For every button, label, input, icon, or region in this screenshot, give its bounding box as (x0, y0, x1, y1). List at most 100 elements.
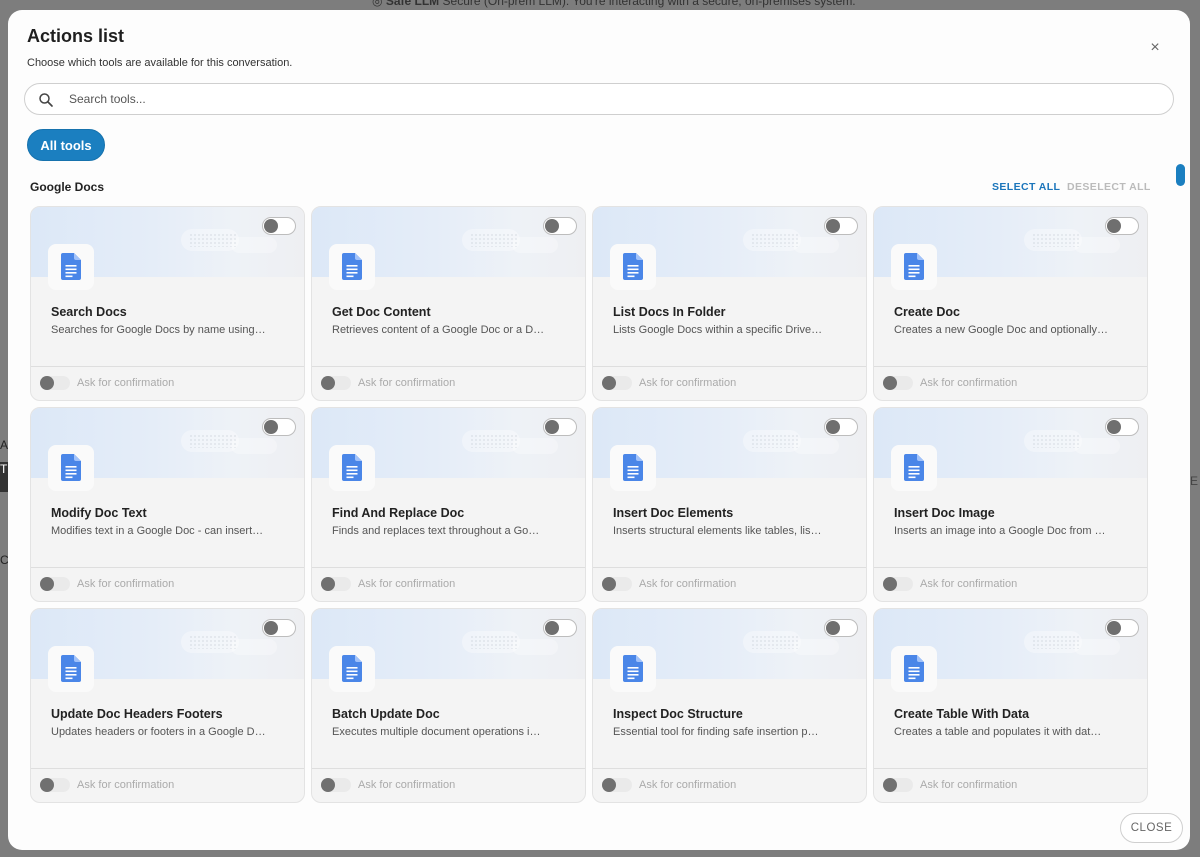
shield-check-icon: ◎ (372, 0, 383, 8)
google-docs-icon (61, 253, 81, 280)
tool-enable-toggle[interactable] (262, 619, 296, 637)
background-fragment: T (0, 462, 8, 492)
tool-title: Search Docs (51, 305, 127, 319)
background-status-bold: Safe LLM (385, 0, 440, 8)
background-status-text: ◎ Safe LLM Secure (On-prem LLM): You're … (372, 0, 856, 8)
select-all-button[interactable]: SELECT ALL (992, 181, 1060, 193)
tool-enable-toggle[interactable] (262, 217, 296, 235)
banner-dots (1032, 233, 1080, 247)
ask-confirmation-toggle[interactable] (321, 376, 351, 390)
close-button[interactable]: CLOSE (1120, 813, 1183, 843)
banner-cloud (793, 237, 839, 253)
tool-card[interactable]: Batch Update Doc Executes multiple docum… (311, 608, 586, 803)
tool-enable-toggle[interactable] (543, 217, 577, 235)
toggle-knob (545, 219, 559, 233)
google-docs-icon (623, 253, 643, 280)
tool-description: Creates a new Google Doc and optionally… (894, 324, 1109, 336)
tool-card[interactable]: Update Doc Headers Footers Updates heade… (30, 608, 305, 803)
google-docs-icon-tile (610, 244, 656, 290)
tool-title: Create Table With Data (894, 707, 1030, 721)
ask-confirmation-toggle[interactable] (602, 376, 632, 390)
ask-confirmation-label: Ask for confirmation (639, 779, 737, 791)
tool-card[interactable]: Get Doc Content Retrieves content of a G… (311, 206, 586, 401)
toggle-knob (321, 577, 335, 591)
banner-cloud (512, 639, 558, 655)
scrollbar-thumb[interactable] (1176, 164, 1185, 186)
banner-cloud (512, 438, 558, 454)
tool-card[interactable]: List Docs In Folder Lists Google Docs wi… (592, 206, 867, 401)
toggle-knob (1107, 420, 1121, 434)
banner-dots (751, 233, 799, 247)
banner-dots (189, 233, 237, 247)
card-divider (312, 567, 585, 568)
ask-confirmation-toggle[interactable] (602, 577, 632, 591)
tool-enable-toggle[interactable] (1105, 418, 1139, 436)
tool-enable-toggle[interactable] (543, 418, 577, 436)
banner-cloud (512, 237, 558, 253)
google-docs-icon-tile (891, 646, 937, 692)
tool-enable-toggle[interactable] (543, 619, 577, 637)
tool-card[interactable]: Insert Doc Image Inserts an image into a… (873, 407, 1148, 602)
toggle-knob (883, 577, 897, 591)
tool-title: Insert Doc Image (894, 506, 995, 520)
google-docs-icon (904, 655, 924, 682)
banner-dots (189, 635, 237, 649)
toggle-knob (545, 420, 559, 434)
card-divider (312, 366, 585, 367)
ask-confirmation-toggle[interactable] (602, 778, 632, 792)
ask-confirmation-toggle[interactable] (40, 376, 70, 390)
ask-confirmation-label: Ask for confirmation (920, 377, 1018, 389)
section-title: Google Docs (30, 180, 105, 194)
tool-enable-toggle[interactable] (824, 418, 858, 436)
tool-card[interactable]: Modify Doc Text Modifies text in a Googl… (30, 407, 305, 602)
toggle-knob (883, 778, 897, 792)
tool-card[interactable]: Search Docs Searches for Google Docs by … (30, 206, 305, 401)
search-input[interactable] (69, 84, 1159, 114)
tool-card[interactable]: Insert Doc Elements Inserts structural e… (592, 407, 867, 602)
ask-confirmation-label: Ask for confirmation (77, 377, 175, 389)
google-docs-icon-tile (48, 244, 94, 290)
tool-card[interactable]: Inspect Doc Structure Essential tool for… (592, 608, 867, 803)
ask-confirmation-toggle[interactable] (40, 778, 70, 792)
tool-card[interactable]: Create Doc Creates a new Google Doc and … (873, 206, 1148, 401)
google-docs-icon (904, 454, 924, 481)
tool-description: Executes multiple document operations i… (332, 726, 541, 738)
background-fragment: A (0, 438, 8, 452)
deselect-all-button[interactable]: DESELECT ALL (1067, 181, 1151, 193)
tool-enable-toggle[interactable] (1105, 217, 1139, 235)
ask-confirmation-toggle[interactable] (883, 376, 913, 390)
tool-title: Insert Doc Elements (613, 506, 734, 520)
all-tools-filter-chip[interactable]: All tools (27, 129, 105, 161)
tool-enable-toggle[interactable] (824, 619, 858, 637)
tool-description: Essential tool for finding safe insertio… (613, 726, 819, 738)
google-docs-icon-tile (329, 646, 375, 692)
card-divider (31, 567, 304, 568)
tool-enable-toggle[interactable] (1105, 619, 1139, 637)
toggle-knob (602, 778, 616, 792)
ask-confirmation-toggle[interactable] (883, 778, 913, 792)
toggle-knob (321, 376, 335, 390)
banner-dots (1032, 434, 1080, 448)
google-docs-icon (342, 253, 362, 280)
close-icon[interactable]: × (1145, 38, 1165, 58)
toggle-knob (602, 376, 616, 390)
banner-cloud (793, 639, 839, 655)
tool-card[interactable]: Create Table With Data Creates a table a… (873, 608, 1148, 803)
ask-confirmation-label: Ask for confirmation (920, 779, 1018, 791)
tool-title: Create Doc (894, 305, 960, 319)
ask-confirmation-label: Ask for confirmation (920, 578, 1018, 590)
google-docs-icon-tile (610, 445, 656, 491)
tool-card[interactable]: Find And Replace Doc Finds and replaces … (311, 407, 586, 602)
ask-confirmation-toggle[interactable] (321, 577, 351, 591)
ask-confirmation-label: Ask for confirmation (639, 578, 737, 590)
tool-title: Inspect Doc Structure (613, 707, 743, 721)
tool-enable-toggle[interactable] (262, 418, 296, 436)
google-docs-icon (623, 655, 643, 682)
tool-enable-toggle[interactable] (824, 217, 858, 235)
card-divider (874, 366, 1147, 367)
ask-confirmation-toggle[interactable] (321, 778, 351, 792)
google-docs-icon-tile (329, 445, 375, 491)
ask-confirmation-toggle[interactable] (883, 577, 913, 591)
ask-confirmation-toggle[interactable] (40, 577, 70, 591)
toggle-knob (1107, 219, 1121, 233)
